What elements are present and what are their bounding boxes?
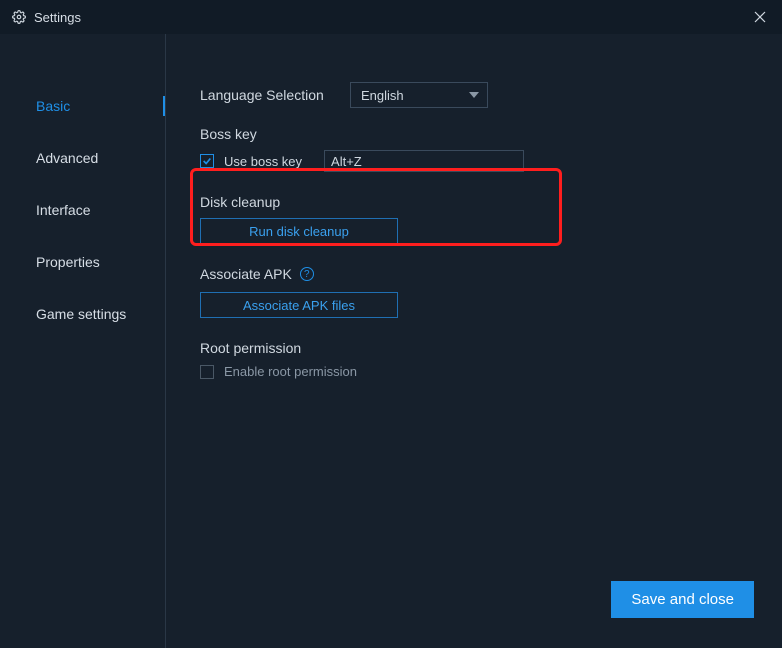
associate-apk-title: Associate APK (200, 266, 292, 282)
sidebar-item-label: Game settings (36, 306, 126, 322)
root-permission-checkbox-label: Enable root permission (224, 364, 357, 379)
language-label: Language Selection (200, 87, 350, 103)
root-permission-row: Enable root permission (200, 364, 752, 379)
content: Language Selection English Boss key Use … (166, 34, 782, 648)
language-value: English (361, 88, 404, 103)
sidebar-item-basic[interactable]: Basic (0, 84, 165, 128)
disk-cleanup-group: Disk cleanup Run disk cleanup (200, 194, 752, 244)
associate-apk-title-row: Associate APK ? (200, 266, 752, 282)
associate-apk-group: Associate APK ? Associate APK files (200, 266, 752, 318)
sidebar-item-label: Properties (36, 254, 100, 270)
boss-key-title: Boss key (200, 126, 752, 142)
sidebar-item-label: Advanced (36, 150, 98, 166)
button-label: Run disk cleanup (249, 224, 349, 239)
close-button[interactable] (750, 7, 770, 27)
disk-cleanup-title: Disk cleanup (200, 194, 752, 210)
sidebar-item-properties[interactable]: Properties (0, 240, 165, 284)
body: Basic Advanced Interface Properties Game… (0, 34, 782, 648)
button-label: Associate APK files (243, 298, 355, 313)
sidebar-item-label: Basic (36, 98, 70, 114)
button-label: Save and close (631, 591, 734, 608)
titlebar-left: Settings (12, 10, 81, 25)
boss-key-checkbox[interactable] (200, 154, 214, 168)
boss-key-checkbox-label: Use boss key (224, 154, 302, 169)
root-permission-checkbox[interactable] (200, 365, 214, 379)
sidebar-item-label: Interface (36, 202, 90, 218)
help-icon[interactable]: ? (300, 267, 314, 281)
titlebar: Settings (0, 0, 782, 34)
language-dropdown[interactable]: English (350, 82, 488, 108)
boss-key-group: Boss key Use boss key (200, 126, 752, 172)
sidebar: Basic Advanced Interface Properties Game… (0, 34, 166, 648)
sidebar-item-interface[interactable]: Interface (0, 188, 165, 232)
root-permission-title: Root permission (200, 340, 752, 356)
sidebar-item-game-settings[interactable]: Game settings (0, 292, 165, 336)
run-disk-cleanup-button[interactable]: Run disk cleanup (200, 218, 398, 244)
root-permission-group: Root permission Enable root permission (200, 340, 752, 379)
gear-icon (12, 10, 26, 24)
sidebar-item-advanced[interactable]: Advanced (0, 136, 165, 180)
boss-key-row: Use boss key (200, 150, 752, 172)
boss-key-input[interactable] (324, 150, 524, 172)
language-row: Language Selection English (200, 82, 752, 108)
save-and-close-button[interactable]: Save and close (611, 581, 754, 618)
chevron-down-icon (469, 90, 479, 100)
associate-apk-button[interactable]: Associate APK files (200, 292, 398, 318)
window-title: Settings (34, 10, 81, 25)
